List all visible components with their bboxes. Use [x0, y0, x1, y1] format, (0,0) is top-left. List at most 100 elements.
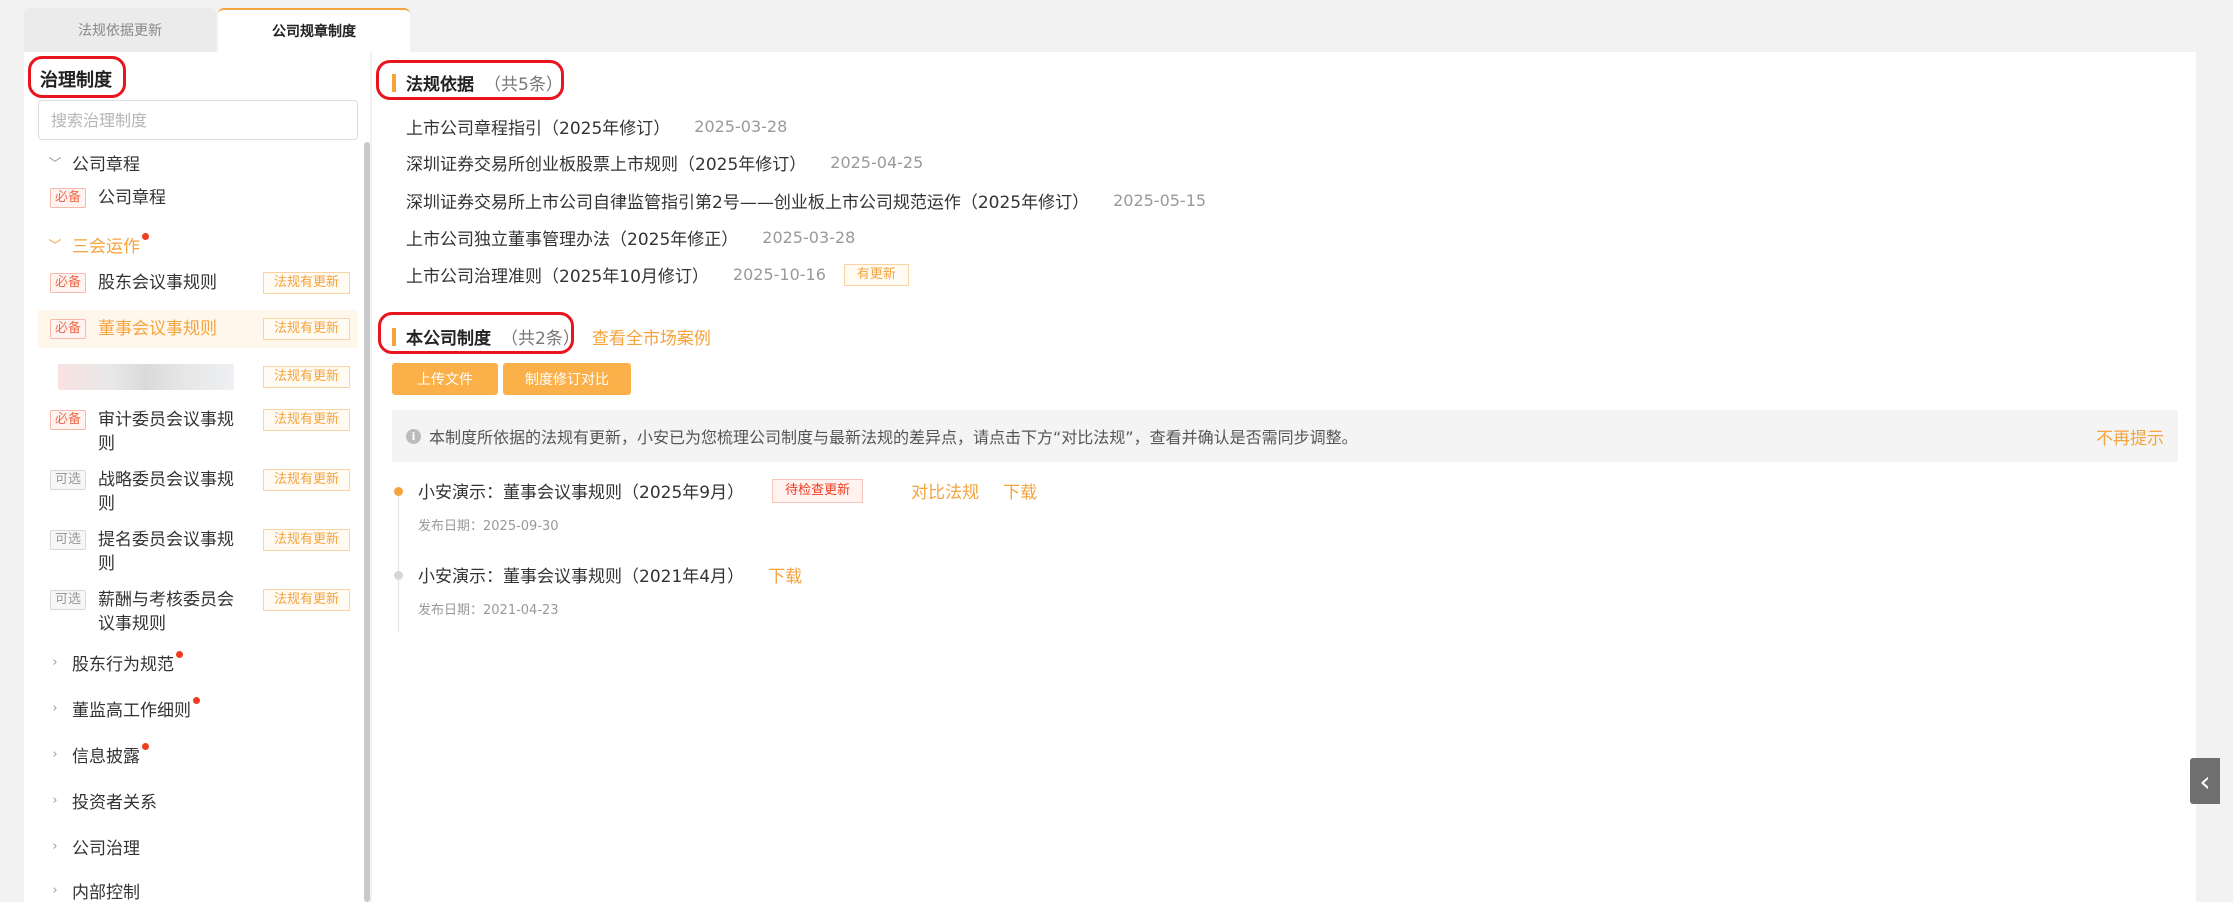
sidebar-item-shareholder-rules[interactable]: 必备 股东会议事规则 法规有更新	[38, 268, 358, 298]
law-date: 2025-10-16	[732, 265, 826, 284]
has-update-badge: 有更新	[843, 263, 909, 286]
group-label: 内部控制	[72, 883, 140, 902]
update-badge: 法规有更新	[262, 469, 350, 491]
required-tag: 必备	[50, 319, 87, 339]
chevron-right-icon: ›	[52, 701, 58, 716]
chevron-left-icon: ‹	[2199, 764, 2211, 798]
sidebar-item-strategy-rules[interactable]: 可选 战略委员会议事规则 法规有更新	[38, 468, 358, 516]
sidebar-title: 治理制度	[40, 70, 112, 91]
law-name[interactable]: 上市公司独立董事管理办法（2025年修正）	[406, 225, 738, 250]
sidebar-search-input[interactable]	[38, 100, 358, 140]
group-internal-control[interactable]: › 内部控制	[46, 878, 140, 902]
group-label: 公司治理	[72, 839, 140, 859]
tab-regulation-updates[interactable]: 法规依据更新	[24, 8, 216, 52]
item-label: 战略委员会议事规则	[98, 470, 235, 514]
sidebar-scrollbar[interactable]	[364, 142, 370, 902]
download-link[interactable]: 下载	[1003, 478, 1037, 503]
group-disclosure[interactable]: › 信息披露	[46, 742, 149, 767]
group-corporate-governance[interactable]: › 公司治理	[46, 834, 140, 859]
item-label: 股东会议事规则	[98, 273, 218, 293]
sidebar-item-blurred[interactable]: 法规有更新	[38, 362, 358, 392]
red-dot-icon	[142, 743, 149, 750]
required-tag: 必备	[50, 188, 87, 208]
group-investor-relations[interactable]: › 投资者关系	[46, 788, 157, 813]
group-three-meetings[interactable]: ﹀ 三会运作	[46, 232, 149, 257]
doc-publish-date: 发布日期：2025-09-30	[418, 519, 559, 534]
law-item[interactable]: 深圳证券交易所创业板股票上市规则（2025年修订） 2025-04-25	[406, 150, 923, 175]
sidebar-item-audit-rules[interactable]: 必备 审计委员会议事规则 法规有更新	[38, 408, 358, 456]
law-name[interactable]: 深圳证券交易所上市公司自律监管指引第2号——创业板上市公司规范运作（2025年修…	[406, 188, 1089, 213]
company-section-title: 本公司制度 （共2条） 查看全市场案例	[392, 324, 711, 349]
doc-name[interactable]: 小安演示：董事会议事规则（2021年4月）	[418, 562, 744, 587]
group-label: 公司章程	[72, 155, 140, 175]
sidebar-item-compensation-rules[interactable]: 可选 薪酬与考核委员会议事规则 法规有更新	[38, 588, 358, 636]
law-date: 2025-04-25	[830, 153, 924, 172]
top-tabs: 法规依据更新 公司规章制度	[24, 8, 412, 52]
item-label: 薪酬与考核委员会议事规则	[98, 590, 235, 634]
group-label: 投资者关系	[72, 793, 157, 813]
item-label: 提名委员会议事规则	[98, 530, 235, 574]
compare-regulation-link[interactable]: 对比法规	[911, 478, 979, 503]
law-date: 2025-03-28	[694, 117, 788, 136]
section-count: （共5条）	[484, 75, 563, 95]
update-badge: 法规有更新	[262, 318, 350, 340]
law-item[interactable]: 上市公司独立董事管理办法（2025年修正） 2025-03-28	[406, 225, 855, 250]
sidebar-item-board-rules[interactable]: 必备 董事会议事规则 法规有更新	[38, 310, 358, 348]
chevron-down-icon: ﹀	[48, 239, 62, 254]
item-label: 董事会议事规则	[98, 319, 218, 339]
download-link[interactable]: 下载	[768, 562, 802, 587]
dismiss-notice-link[interactable]: 不再提示	[2096, 424, 2164, 449]
chevron-right-icon: ›	[52, 839, 58, 854]
chevron-right-icon: ›	[52, 793, 58, 808]
group-label: 股东行为规范	[72, 655, 174, 675]
timeline-dot-active	[394, 487, 403, 496]
update-notice: i 本制度所依据的法规有更新，小安已为您梳理公司制度与最新法规的差异点，请点击下…	[392, 410, 2178, 462]
sidebar-item-charter[interactable]: 必备 公司章程	[38, 186, 358, 210]
section-title-text: 法规依据	[406, 75, 474, 95]
law-name[interactable]: 上市公司章程指引（2025年修订）	[406, 114, 670, 139]
item-label: 公司章程	[98, 188, 167, 208]
timeline-line	[398, 492, 399, 632]
law-name[interactable]: 上市公司治理准则（2025年10月修订）	[406, 262, 709, 287]
item-label: 审计委员会议事规则	[98, 410, 235, 454]
red-dot-icon	[193, 697, 200, 704]
collapse-toggle-button[interactable]: ‹	[2190, 758, 2220, 804]
revision-compare-button[interactable]: 制度修订对比	[503, 363, 631, 395]
notice-text: 本制度所依据的法规有更新，小安已为您梳理公司制度与最新法规的差异点，请点击下方“…	[429, 428, 1358, 447]
group-label: 三会运作	[72, 237, 140, 257]
law-name[interactable]: 深圳证券交易所创业板股票上市规则（2025年修订）	[406, 150, 806, 175]
law-date: 2025-03-28	[762, 228, 856, 247]
laws-section-title: 法规依据 （共5条）	[392, 70, 563, 95]
law-date: 2025-05-15	[1113, 191, 1207, 210]
pending-check-badge: 待检查更新	[772, 478, 864, 503]
doc-name[interactable]: 小安演示：董事会议事规则（2025年9月）	[418, 478, 744, 503]
red-dot-icon	[142, 233, 149, 240]
sidebar-item-nomination-rules[interactable]: 可选 提名委员会议事规则 法规有更新	[38, 528, 358, 576]
chevron-down-icon: ﹀	[48, 157, 62, 172]
group-label: 董监高工作细则	[72, 701, 191, 721]
update-badge: 法规有更新	[262, 529, 350, 551]
tab-company-rules[interactable]: 公司规章制度	[218, 8, 410, 52]
law-item[interactable]: 深圳证券交易所上市公司自律监管指引第2号——创业板上市公司规范运作（2025年修…	[406, 188, 1206, 213]
info-icon: i	[406, 428, 421, 444]
red-dot-icon	[176, 651, 183, 658]
group-shareholder-behavior[interactable]: › 股东行为规范	[46, 650, 183, 675]
chevron-right-icon: ›	[52, 883, 58, 898]
main-panel: 法规依据 （共5条） 上市公司章程指引（2025年修订） 2025-03-28 …	[372, 52, 2196, 902]
timeline-dot	[394, 571, 403, 580]
group-dse-rules[interactable]: › 董监高工作细则	[46, 696, 200, 721]
group-charter[interactable]: ﹀ 公司章程	[46, 150, 140, 175]
required-tag: 必备	[50, 410, 87, 430]
law-item[interactable]: 上市公司章程指引（2025年修订） 2025-03-28	[406, 114, 787, 139]
optional-tag: 可选	[50, 470, 87, 490]
section-bar	[392, 73, 396, 92]
section-title-text: 本公司制度	[406, 329, 491, 349]
chevron-right-icon: ›	[52, 655, 58, 670]
optional-tag: 可选	[50, 530, 87, 550]
required-tag: 必备	[50, 273, 87, 293]
upload-file-button[interactable]: 上传文件	[392, 363, 498, 395]
view-market-cases-link[interactable]: 查看全市场案例	[592, 324, 711, 349]
sidebar: 治理制度 ﹀ 公司章程 必备 公司章程 ﹀ 三会运作 必备 股东会议事规则 法规…	[24, 52, 370, 902]
law-item[interactable]: 上市公司治理准则（2025年10月修订） 2025-10-16 有更新	[406, 262, 909, 287]
update-badge: 法规有更新	[262, 589, 350, 611]
